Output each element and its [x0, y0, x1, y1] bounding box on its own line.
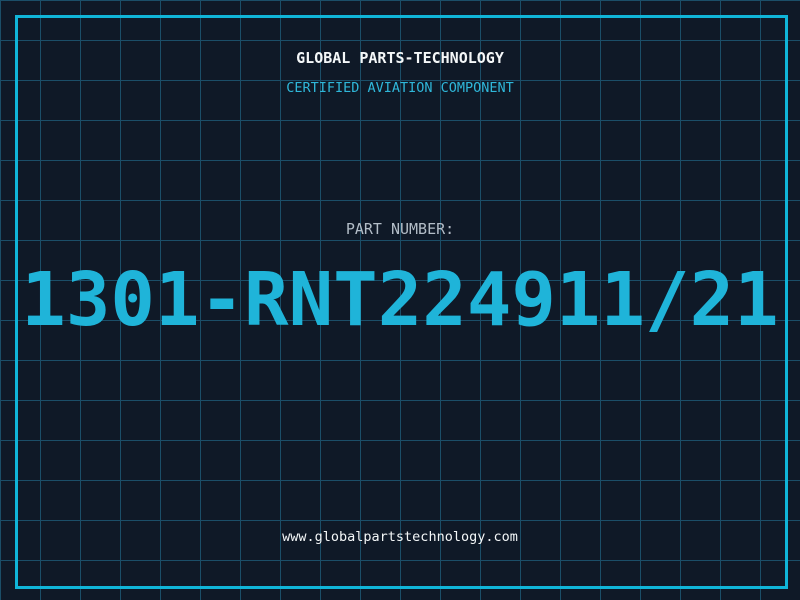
part-number-value: 1301-RNT224911/21 [21, 257, 779, 343]
part-number-label: PART NUMBER: [345, 220, 455, 238]
certification-tagline: CERTIFIED AVIATION COMPONENT [286, 80, 514, 96]
company-name: GLOBAL PARTS-TECHNOLOGY [296, 49, 504, 67]
part-label-board: GLOBAL PARTS-TECHNOLOGY CERTIFIED AVIATI… [0, 0, 800, 600]
website-url: www.globalpartstechnology.com [282, 529, 518, 545]
